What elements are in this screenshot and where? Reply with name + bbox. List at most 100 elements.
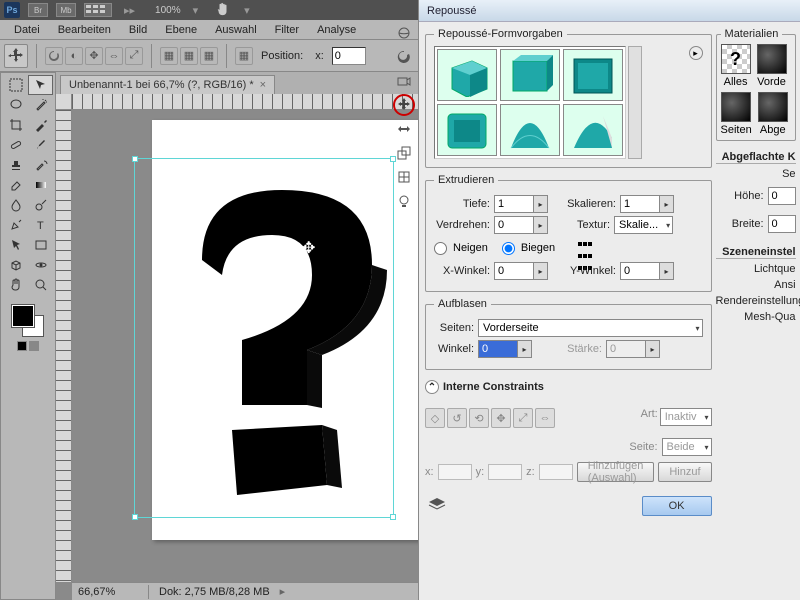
mesh-settings-tool[interactable] bbox=[393, 166, 415, 188]
zoom-indicator[interactable]: 100% bbox=[155, 5, 181, 16]
spinner-button[interactable]: ▸ bbox=[534, 195, 548, 213]
spinner-button[interactable]: ▸ bbox=[660, 195, 674, 213]
yangle-input[interactable] bbox=[620, 262, 660, 280]
mesh-light-tool[interactable] bbox=[393, 190, 415, 212]
constraints-header[interactable]: ⌃ Interne Constraints bbox=[425, 380, 712, 394]
ruler-origin[interactable] bbox=[56, 94, 72, 110]
texture-dropdown[interactable]: Skalie... bbox=[614, 216, 673, 234]
shape-tool[interactable] bbox=[28, 235, 53, 255]
history-brush-tool[interactable] bbox=[28, 155, 53, 175]
vertical-ruler[interactable] bbox=[56, 110, 72, 582]
slide-btn[interactable]: ⇔ bbox=[105, 47, 123, 65]
chevron-right-icon[interactable]: ▸ bbox=[280, 585, 286, 598]
menu-analyse[interactable]: Analyse bbox=[309, 22, 364, 38]
menu-ebene[interactable]: Ebene bbox=[157, 22, 205, 38]
constraint-btn[interactable]: ⟲ bbox=[469, 408, 489, 428]
menu-bild[interactable]: Bild bbox=[121, 22, 155, 38]
blur-tool[interactable] bbox=[3, 195, 28, 215]
spinner-button[interactable]: ▸ bbox=[534, 262, 548, 280]
preset-thumb[interactable] bbox=[563, 104, 623, 156]
constraint-btn[interactable]: ⤢ bbox=[513, 408, 533, 428]
axis1-btn[interactable]: ▦ bbox=[160, 47, 178, 65]
menu-bearbeiten[interactable]: Bearbeiten bbox=[50, 22, 119, 38]
layers-icon[interactable] bbox=[425, 494, 449, 510]
material-sides-swatch[interactable] bbox=[721, 92, 751, 122]
bend-radio[interactable]: Biegen bbox=[502, 242, 555, 255]
pan-btn[interactable]: ✥ bbox=[85, 47, 103, 65]
marquee-tool[interactable] bbox=[3, 75, 28, 95]
presets-scrollbar[interactable] bbox=[628, 46, 642, 159]
dodge-tool[interactable] bbox=[28, 195, 53, 215]
3d-object-tool[interactable] bbox=[3, 255, 28, 275]
bridge-button[interactable]: Br bbox=[28, 3, 48, 17]
constraint-btn[interactable]: ↺ bbox=[447, 408, 467, 428]
material-all-swatch[interactable]: ? bbox=[721, 44, 751, 74]
twist-input[interactable] bbox=[494, 216, 534, 234]
angle-input[interactable] bbox=[478, 340, 518, 358]
constraint-btn[interactable]: ⇔ bbox=[535, 408, 555, 428]
foreground-color-swatch[interactable] bbox=[12, 305, 34, 327]
preset-thumb[interactable] bbox=[437, 104, 497, 156]
scale-btn[interactable]: ⤢ bbox=[125, 47, 143, 65]
minibrowser-button[interactable]: Mb bbox=[56, 3, 76, 17]
eyedropper-tool[interactable] bbox=[28, 115, 53, 135]
x-position-input[interactable] bbox=[332, 47, 366, 65]
material-back-swatch[interactable] bbox=[758, 92, 788, 122]
height-input[interactable] bbox=[768, 187, 796, 205]
bbox-handle[interactable] bbox=[132, 514, 138, 520]
chevron-down-icon[interactable]: ▾ bbox=[244, 4, 250, 17]
gradient-tool[interactable] bbox=[28, 175, 53, 195]
eraser-tool[interactable] bbox=[3, 175, 28, 195]
chevron-down-icon[interactable]: ▾ bbox=[193, 4, 199, 17]
preset-thumb[interactable] bbox=[500, 104, 560, 156]
zoom-level-field[interactable]: 66,67% bbox=[78, 586, 138, 598]
document-size-info[interactable]: Dok: 2,75 MB/8,28 MB bbox=[159, 586, 270, 598]
brush-tool[interactable] bbox=[28, 135, 53, 155]
spinner-button[interactable]: ▸ bbox=[660, 262, 674, 280]
roll-btn[interactable]: ◐ bbox=[65, 47, 83, 65]
effects-btn[interactable]: ▦ bbox=[235, 47, 253, 65]
preset-thumb[interactable] bbox=[563, 49, 623, 101]
path-select-tool[interactable] bbox=[3, 235, 28, 255]
crop-tool[interactable] bbox=[3, 115, 28, 135]
3d-camera-tool[interactable] bbox=[28, 255, 53, 275]
xangle-input[interactable] bbox=[494, 262, 534, 280]
stamp-tool[interactable] bbox=[3, 155, 28, 175]
close-icon[interactable]: × bbox=[260, 79, 266, 91]
rotate-tool[interactable] bbox=[393, 46, 415, 68]
sides-dropdown[interactable]: Vorderseite bbox=[478, 319, 703, 337]
axis3-btn[interactable]: ▦ bbox=[200, 47, 218, 65]
type-tool[interactable]: T bbox=[28, 215, 53, 235]
menu-auswahl[interactable]: Auswahl bbox=[207, 22, 265, 38]
tilt-radio[interactable]: Neigen bbox=[434, 242, 488, 255]
lasso-tool[interactable] bbox=[3, 95, 28, 115]
scale-input[interactable] bbox=[620, 195, 660, 213]
magic-wand-tool[interactable] bbox=[28, 95, 53, 115]
move-tool[interactable] bbox=[28, 75, 53, 95]
axis2-btn[interactable]: ▦ bbox=[180, 47, 198, 65]
ok-button[interactable]: OK bbox=[642, 496, 712, 516]
zoom-tool[interactable] bbox=[28, 275, 53, 295]
pen-tool[interactable] bbox=[3, 215, 28, 235]
constraint-btn[interactable]: ◇ bbox=[425, 408, 445, 428]
material-front-swatch[interactable] bbox=[757, 44, 787, 74]
constraint-btn[interactable]: ✥ bbox=[491, 408, 511, 428]
menu-filter[interactable]: Filter bbox=[267, 22, 307, 38]
home-tool[interactable] bbox=[393, 22, 415, 44]
preset-thumb[interactable] bbox=[437, 49, 497, 101]
dialog-titlebar[interactable]: Repoussé bbox=[419, 0, 800, 22]
presets-flyout-button[interactable]: ▸ bbox=[689, 46, 703, 60]
pan-camera-tool[interactable] bbox=[393, 70, 415, 92]
depth-input[interactable] bbox=[494, 195, 534, 213]
mesh-pan-tool[interactable] bbox=[393, 94, 415, 116]
mesh-scale-tool[interactable] bbox=[393, 142, 415, 164]
tool-preset-picker[interactable] bbox=[4, 44, 28, 68]
preset-thumb[interactable] bbox=[500, 49, 560, 101]
mesh-slide-tool[interactable] bbox=[393, 118, 415, 140]
healing-tool[interactable] bbox=[3, 135, 28, 155]
menu-datei[interactable]: Datei bbox=[6, 22, 48, 38]
bbox-handle[interactable] bbox=[390, 514, 396, 520]
document-tab[interactable]: Unbenannt-1 bei 66,7% (?, RGB/16) * × bbox=[60, 75, 275, 94]
3d-question-mark-shape[interactable] bbox=[152, 180, 392, 510]
launcher-button[interactable] bbox=[84, 3, 112, 17]
